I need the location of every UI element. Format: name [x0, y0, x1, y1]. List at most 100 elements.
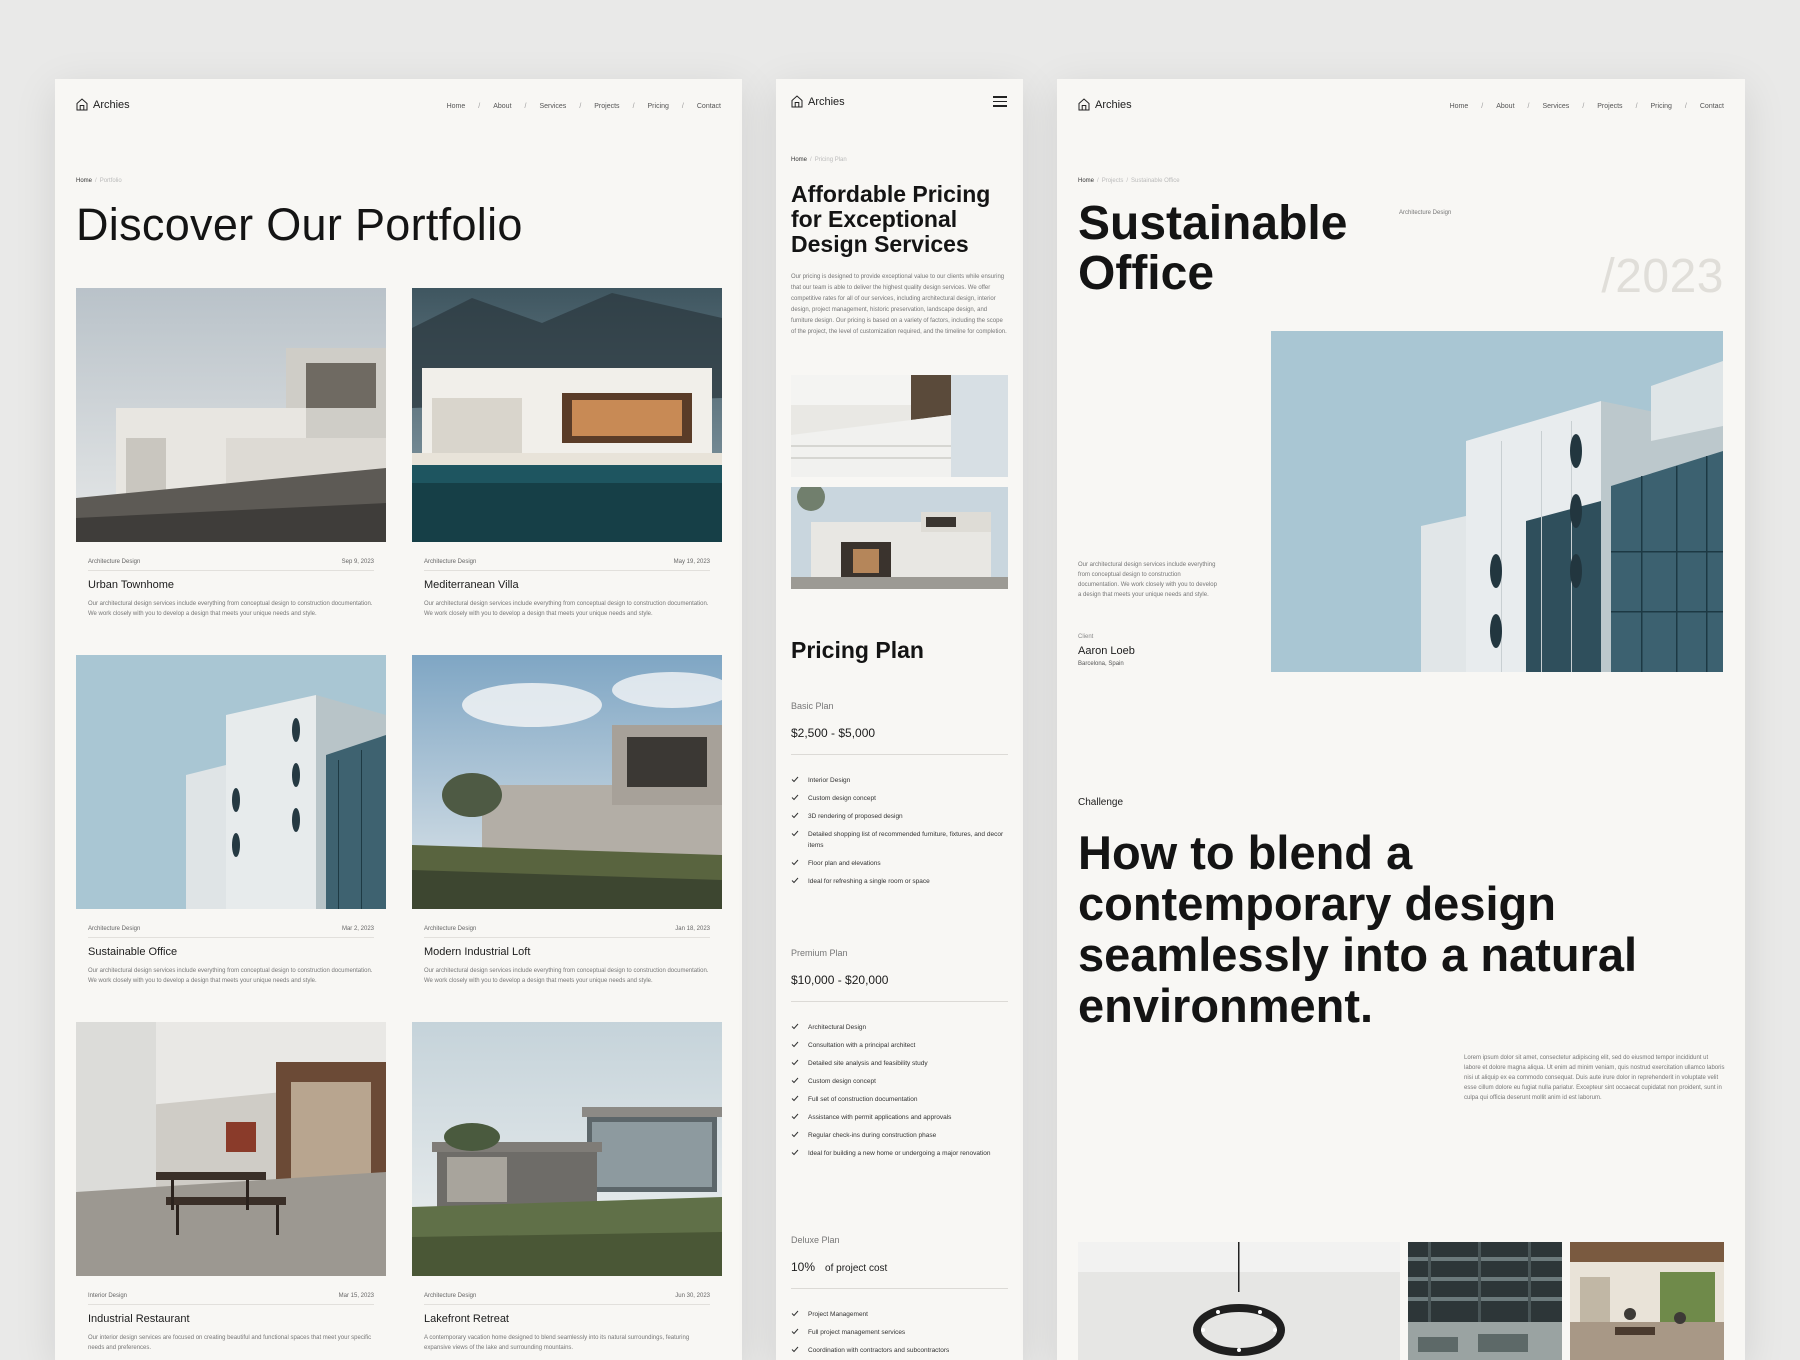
card-date: Mar 15, 2023	[338, 1293, 374, 1299]
card-title[interactable]: Sustainable Office	[76, 946, 386, 958]
page-title: Sustainable Office	[1078, 197, 1348, 300]
brand-name: Archies	[93, 98, 130, 111]
client-label: Client	[1078, 634, 1094, 640]
nav-about[interactable]: About	[493, 103, 511, 110]
breadcrumb-home[interactable]: Home	[76, 178, 92, 184]
office-tower-photo	[1271, 331, 1723, 672]
feature-item: Coordination with contractors and subcon…	[791, 1345, 1008, 1356]
menu-icon[interactable]	[993, 96, 1007, 107]
brand-logo[interactable]: Archies	[791, 95, 845, 108]
project-card[interactable]: Architecture Design Sep 9, 2023 Urban Tow…	[76, 288, 386, 619]
check-icon	[791, 1059, 801, 1069]
divider	[424, 570, 710, 571]
feature-item: Consultation with a principal architect	[791, 1040, 1008, 1051]
breadcrumb-separator: /	[810, 157, 812, 163]
project-card[interactable]: Architecture Design Jun 30, 2023 Lakefron…	[412, 1022, 722, 1353]
nav-services[interactable]: Services	[1542, 103, 1569, 110]
restaurant-interior-photo[interactable]	[76, 1022, 386, 1276]
project-card[interactable]: Interior Design Mar 15, 2023 Industrial R…	[76, 1022, 386, 1353]
breadcrumb-separator: /	[95, 178, 97, 184]
card-description: Our architectural design services includ…	[424, 968, 709, 984]
check-icon	[791, 1131, 801, 1141]
card-category: Interior Design	[88, 1293, 128, 1299]
divider	[88, 937, 374, 938]
card-title[interactable]: Industrial Restaurant	[76, 1313, 386, 1325]
breadcrumb-home[interactable]: Home	[1078, 178, 1094, 184]
nav-separator: /	[681, 103, 684, 110]
check-icon	[791, 812, 801, 822]
project-category: Architecture Design	[1399, 210, 1452, 216]
office-tower-photo[interactable]	[76, 655, 386, 909]
plan-price-percent: 10%	[791, 1260, 816, 1274]
nav-pricing[interactable]: Pricing	[1651, 103, 1672, 110]
house-icon	[1078, 98, 1090, 111]
project-card[interactable]: Architecture Design Jan 18, 2023 Modern I…	[412, 655, 722, 986]
office-lounge-photo	[1570, 1242, 1724, 1360]
pricing-page-mobile: Archies Home / Pricing Plan Affordable Pri…	[776, 79, 1023, 1360]
breadcrumb: Home / Pricing Plan	[791, 157, 847, 163]
card-title[interactable]: Urban Townhome	[76, 579, 386, 591]
brand-logo[interactable]: Archies	[76, 98, 130, 111]
feature-item: Regular check-ins during construction ph…	[791, 1130, 1008, 1141]
check-icon	[791, 1310, 801, 1320]
card-date: May 19, 2023	[673, 559, 710, 565]
card-description: A contemporary vacation home designed to…	[424, 1335, 690, 1351]
breadcrumb-current: Sustainable Office	[1131, 178, 1180, 184]
project-card[interactable]: Architecture Design Mar 2, 2023 Sustainab…	[76, 655, 386, 986]
feature-list: Project Management Full project manageme…	[791, 1309, 1008, 1356]
nav-home[interactable]: Home	[1450, 103, 1469, 110]
lakefront-house-photo[interactable]	[412, 1022, 722, 1276]
nav-home[interactable]: Home	[447, 103, 466, 110]
nav-contact[interactable]: Contact	[697, 103, 721, 110]
feature-item: Custom design concept	[791, 1076, 1008, 1087]
nav-about[interactable]: About	[1496, 103, 1514, 110]
card-category: Architecture Design	[424, 926, 477, 932]
divider	[88, 570, 374, 571]
nav-separator: /	[478, 103, 481, 110]
feature-item: Floor plan and elevations	[791, 858, 1008, 869]
card-title[interactable]: Mediterranean Villa	[412, 579, 722, 591]
nav-pricing[interactable]: Pricing	[648, 103, 669, 110]
project-card[interactable]: Architecture Design May 19, 2023 Mediterr…	[412, 288, 722, 619]
card-date: Sep 9, 2023	[341, 559, 374, 565]
breadcrumb-current: Pricing Plan	[814, 157, 847, 163]
brand-logo[interactable]: Archies	[1078, 98, 1132, 111]
minimal-house-photo[interactable]	[76, 288, 386, 542]
pricing-plan-premium: Premium Plan $10,000 - $20,000 Architect…	[791, 948, 1008, 1166]
feature-item: Architectural Design	[791, 1022, 1008, 1033]
card-title[interactable]: Lakefront Retreat	[412, 1313, 722, 1325]
feature-item: Detailed shopping list of recommended fu…	[791, 829, 1008, 851]
pendant-light-photo	[1078, 1242, 1400, 1360]
plan-name: Deluxe Plan	[791, 1235, 840, 1245]
feature-item: Custom design concept	[791, 793, 1008, 804]
card-title[interactable]: Modern Industrial Loft	[412, 946, 722, 958]
breadcrumb-projects[interactable]: Projects	[1102, 178, 1124, 184]
loft-house-photo[interactable]	[412, 655, 722, 909]
nav-separator: /	[1635, 103, 1638, 110]
card-description: Our interior design services are focused…	[88, 1335, 372, 1351]
nav-contact[interactable]: Contact	[1700, 103, 1724, 110]
plan-price: 10% of project cost	[791, 1260, 1008, 1274]
breadcrumb-separator: /	[1097, 178, 1099, 184]
nav-services[interactable]: Services	[539, 103, 566, 110]
client-location: Barcelona, Spain	[1078, 661, 1124, 667]
check-icon	[791, 1077, 801, 1087]
nav-separator: /	[632, 103, 635, 110]
feature-list: Interior Design Custom design concept 3D…	[791, 775, 1008, 887]
breadcrumb-home[interactable]: Home	[791, 157, 807, 163]
challenge-body: Lorem ipsum dolor sit amet, consectetur …	[1464, 1055, 1725, 1101]
nav-projects[interactable]: Projects	[594, 103, 619, 110]
check-icon	[791, 1328, 801, 1338]
house-icon	[791, 95, 803, 108]
feature-item: Assistance with permit applications and …	[791, 1112, 1008, 1123]
plan-price-suffix: of project cost	[825, 1263, 888, 1274]
nav-projects[interactable]: Projects	[1597, 103, 1622, 110]
plan-name: Basic Plan	[791, 701, 834, 711]
plan-name: Premium Plan	[791, 948, 848, 958]
card-category: Architecture Design	[88, 559, 141, 565]
feature-item: Full set of construction documentation	[791, 1094, 1008, 1105]
portfolio-page: Archies Home / About / Services / Projects /…	[55, 79, 742, 1360]
brand-name: Archies	[1095, 98, 1132, 111]
divider	[424, 1304, 710, 1305]
villa-pool-photo[interactable]	[412, 288, 722, 542]
